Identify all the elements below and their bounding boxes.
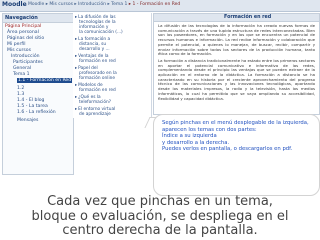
callout-line: Según pinchas en el menú desplegable de …: [162, 120, 309, 126]
app: Moodle Moodle ▸ Mis cursos ▸ Introducció…: [0, 0, 320, 240]
document-paragraph: La formación a distancia tradicionalment…: [158, 57, 316, 101]
breadcrumb-my-courses[interactable]: ▸ Mis cursos: [46, 2, 73, 7]
callout-line: y desarrollo a la derecha.: [162, 139, 230, 146]
topic-index: La difusión de las tecnologías de la inf…: [73, 13, 152, 118]
breadcrumb-topic[interactable]: ▸ Tema 1: [107, 2, 127, 7]
toc-item[interactable]: formación online: [79, 76, 115, 82]
breadcrumb-home[interactable]: Moodle: [28, 2, 44, 7]
top-header-bar: Moodle Moodle ▸ Mis cursos ▸ Introducció…: [0, 0, 320, 12]
callout-line: Puedes verlos en pantalla, o descargarlo…: [162, 146, 293, 153]
toc-item[interactable]: de aprendizaje: [79, 112, 111, 118]
toc-item[interactable]: desarrollo y ...: [79, 47, 110, 53]
callout-line: Índice a su izquierda: [162, 133, 217, 140]
breadcrumb-current: ▸ 1 - Formación en Red: [128, 2, 181, 7]
navigation-block-title: Navegación: [3, 14, 73, 23]
toc-item[interactable]: la comunicación (...): [79, 30, 123, 36]
toc-item[interactable]: formación en red: [79, 88, 116, 94]
toc-item[interactable]: teleformación?: [79, 100, 111, 106]
document-title: Formación en red: [154, 14, 319, 22]
slide-caption: Cada vez que pinchas en un tema, bloque …: [0, 194, 320, 240]
caption-line: Cada vez que pinchas en un tema,: [47, 194, 273, 209]
navigation-block: Navegación Página Principal Área persona…: [2, 13, 74, 175]
breadcrumb-course[interactable]: ▸ Introducción: [74, 2, 106, 7]
toc-item[interactable]: formación en red: [79, 59, 116, 65]
nav-current-label: 1.1 - Formación en Red: [17, 78, 73, 83]
document-paragraph: La difusión de las tecnologías de la inf…: [158, 23, 315, 57]
document-title-text: Formación en red: [224, 15, 272, 20]
caption-line: bloque o evaluación, se despliega en el: [31, 208, 289, 224]
nav-messages-link[interactable]: Mensajes: [17, 118, 38, 124]
nav-item-1-6[interactable]: 1.6 - La reflexión: [17, 110, 56, 116]
breadcrumb: Moodle ▸ Mis cursos ▸ Introducción ▸ Tem…: [28, 2, 180, 7]
caption-line: centro derecha de la pantalla.: [62, 223, 258, 238]
site-logo[interactable]: Moodle: [2, 1, 27, 8]
callout-box: Según pinchas en el menú desplegable de …: [153, 114, 320, 196]
callout-text: Según pinchas en el menú desplegable de …: [162, 120, 309, 153]
document-panel: Formación en red La difusión de las tecn…: [153, 13, 320, 115]
nav-item-current[interactable]: 1.1 - Formación en Red: [17, 78, 73, 84]
